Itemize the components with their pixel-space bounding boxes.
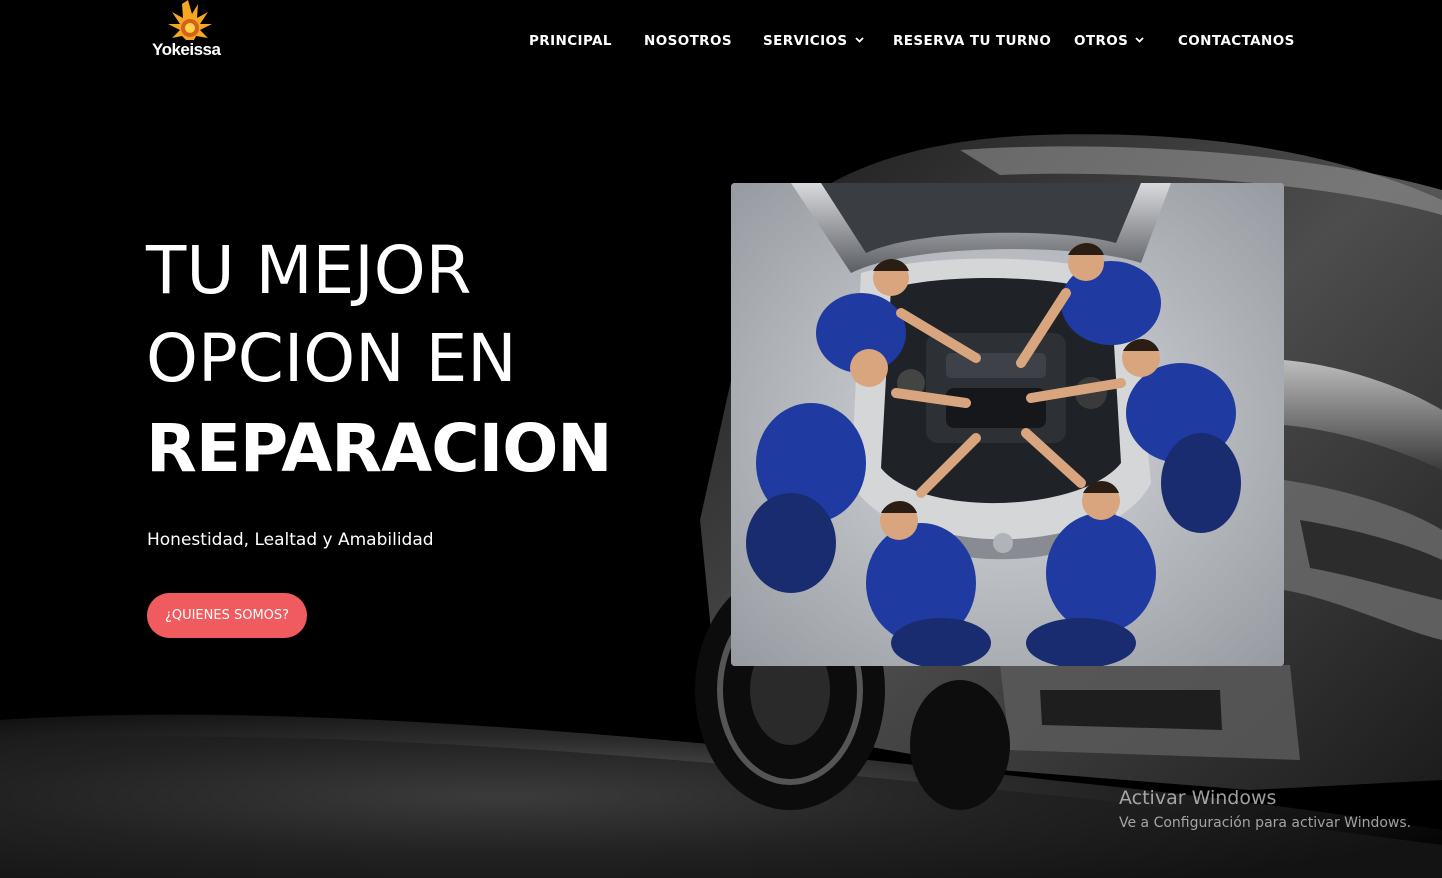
brand-name: Yokeissa [152,40,221,59]
quienes-somos-button[interactable]: ¿QUIENES SOMOS? [147,593,307,638]
sun-icon [168,0,212,40]
nav-item-reserva[interactable]: RESERVA TU TURNO [893,33,1051,49]
windows-activation-title: Activar Windows [1119,787,1277,809]
nav-item-otros-label: OTROS [1074,33,1129,49]
chevron-down-icon [854,37,864,43]
hero-title-line-1: TU MEJOR [146,232,472,309]
nav-item-servicios-label: SERVICIOS [763,33,848,49]
hero-title-line-3: REPARACION [146,410,613,487]
photo-illustration [731,183,1284,666]
nav-item-principal[interactable]: PRINCIPAL [529,33,612,49]
hero-title-line-2: OPCION EN [146,320,517,397]
hero-tagline: Honestidad, Lealtad y Amabilidad [147,530,434,550]
mechanics-team-image [731,183,1284,666]
windows-activation-subtitle: Ve a Configuración para activar Windows. [1119,815,1412,831]
nav-item-otros[interactable]: OTROS [1074,33,1144,49]
nav-item-nosotros[interactable]: NOSOTROS [644,33,732,49]
chevron-down-icon [1135,37,1144,43]
nav-item-servicios[interactable]: SERVICIOS [763,33,864,49]
nav-item-contactanos[interactable]: CONTACTANOS [1178,33,1295,49]
page: Yokeissa PRINCIPAL NOSOTROS SERVICIOS RE… [0,0,1442,878]
